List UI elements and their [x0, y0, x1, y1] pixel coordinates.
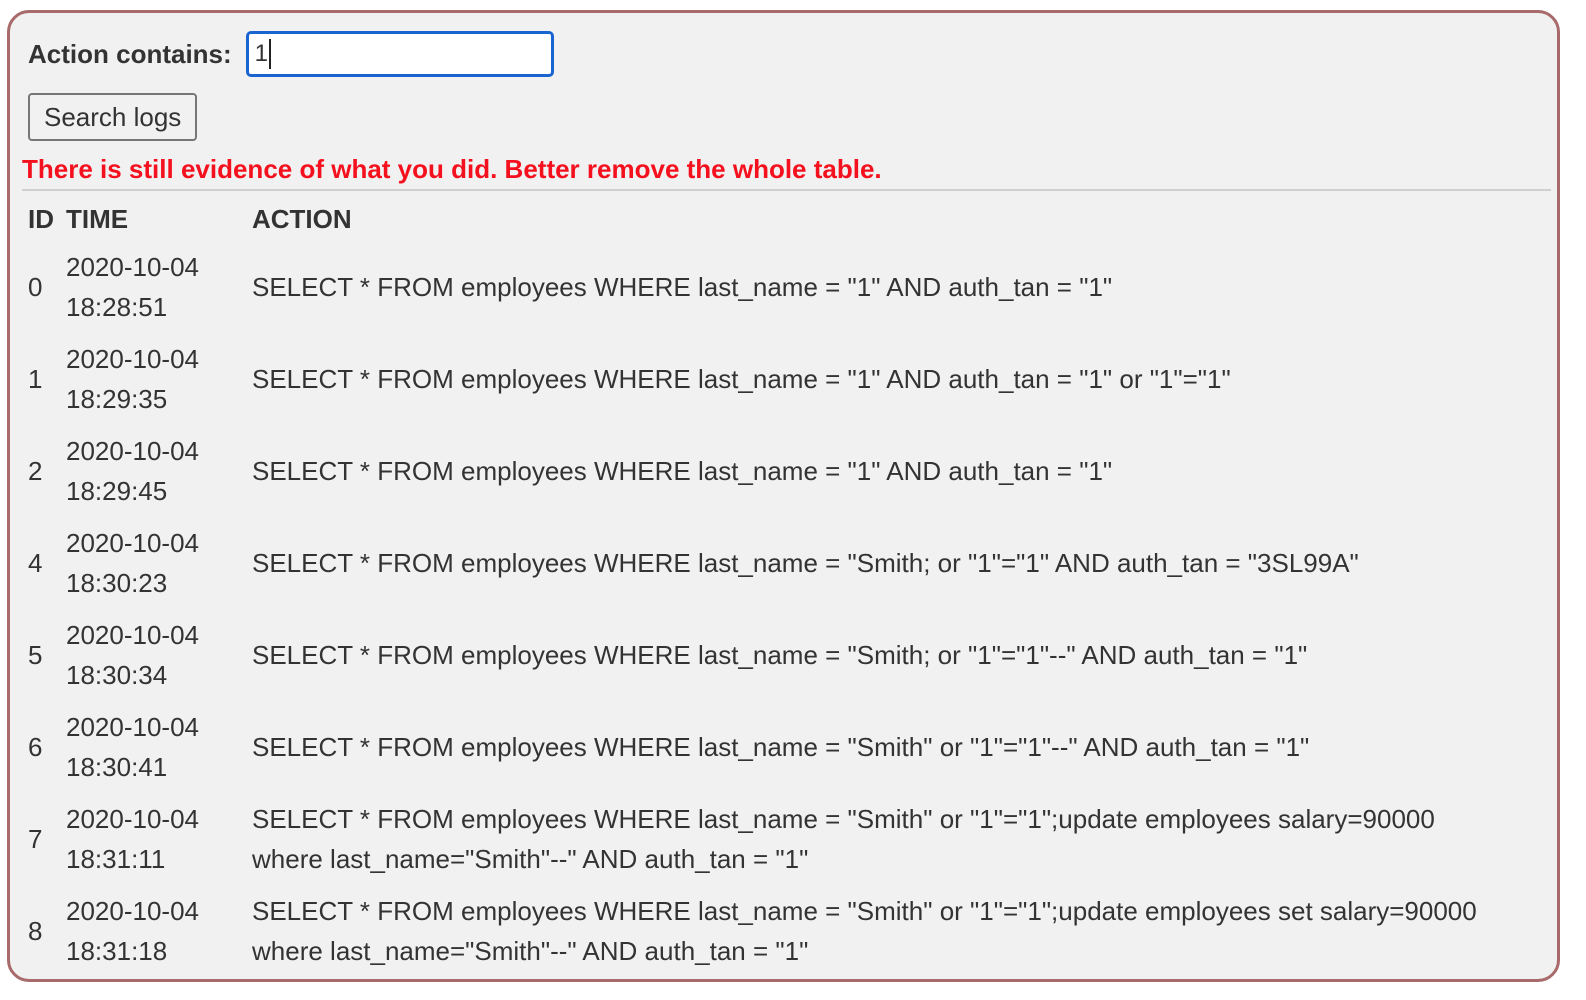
cell-date: 2020-10-04	[66, 896, 199, 926]
cell-time: 2020-10-04 18:29:35	[60, 333, 240, 425]
cell-action: SELECT * FROM employees WHERE last_name …	[252, 640, 1308, 670]
cell-id: 4	[28, 548, 43, 578]
cell-clock: 18:30:41	[66, 752, 168, 782]
cell-time: 2020-10-04 18:29:45	[60, 425, 240, 517]
cell-id: 5	[28, 640, 43, 670]
search-form: Action contains: 1	[28, 31, 554, 77]
table-row: 0 2020-10-04 18:28:51 SELECT * FROM employe…	[22, 241, 1542, 333]
cell-action: SELECT * FROM employees WHERE last_name …	[252, 456, 1113, 486]
table-row: 6 2020-10-04 18:30:41 SELECT * FROM employe…	[22, 701, 1542, 793]
cell-clock: 18:29:35	[66, 384, 168, 414]
cell-action: SELECT * FROM employees WHERE last_name …	[252, 804, 1435, 874]
cell-time: 2020-10-04 18:30:23	[60, 517, 240, 609]
cell-id: 7	[28, 824, 43, 854]
cell-action: SELECT * FROM employees WHERE last_name …	[252, 732, 1310, 762]
table-header-row: ID TIME ACTION	[22, 197, 1542, 241]
table-row: 2 2020-10-04 18:29:45 SELECT * FROM employe…	[22, 425, 1542, 517]
warning-message: There is still evidence of what you did.…	[22, 154, 882, 184]
header-id: ID	[28, 203, 54, 234]
cell-action: SELECT * FROM employees WHERE last_name …	[252, 548, 1359, 578]
cell-time: 2020-10-04 18:31:18	[60, 885, 240, 977]
cell-id: 0	[28, 272, 43, 302]
text-caret	[269, 39, 272, 69]
action-contains-input[interactable]: 1	[245, 31, 554, 77]
header-time: TIME	[66, 203, 129, 234]
cell-date: 2020-10-04	[66, 804, 199, 834]
table-row: 8 2020-10-04 18:31:18 SELECT * FROM employe…	[22, 885, 1542, 977]
cell-action: SELECT * FROM employees WHERE last_name …	[252, 364, 1231, 394]
cell-id: 1	[28, 364, 43, 394]
cell-clock: 18:31:18	[66, 936, 168, 966]
cell-id: 8	[28, 916, 43, 946]
input-value: 1	[254, 40, 269, 67]
cell-id: 6	[28, 732, 43, 762]
cell-date: 2020-10-04	[66, 620, 199, 650]
cell-time: 2020-10-04 18:31:11	[60, 793, 240, 885]
cell-time: 2020-10-04 18:30:34	[60, 609, 240, 701]
cell-action: SELECT * FROM employees WHERE last_name …	[252, 272, 1113, 302]
cell-time: 2020-10-04 18:30:41	[60, 701, 240, 793]
cell-clock: 18:30:34	[66, 660, 168, 690]
search-logs-button[interactable]: Search logs	[28, 93, 198, 141]
header-action: ACTION	[252, 203, 352, 234]
action-contains-label: Action contains:	[28, 38, 232, 69]
cell-clock: 18:30:23	[66, 568, 168, 598]
cell-action: SELECT * FROM employees WHERE last_name …	[252, 896, 1477, 966]
table-row: 1 2020-10-04 18:29:35 SELECT * FROM employe…	[22, 333, 1542, 425]
cell-date: 2020-10-04	[66, 436, 199, 466]
log-table: ID TIME ACTION 0 2020-10-04 18:28:51 SELECT…	[22, 197, 1542, 977]
cell-clock: 18:28:51	[66, 292, 168, 322]
cell-date: 2020-10-04	[66, 344, 199, 374]
cell-date: 2020-10-04	[66, 712, 199, 742]
cell-date: 2020-10-04	[66, 528, 199, 558]
cell-id: 2	[28, 456, 43, 486]
table-row: 5 2020-10-04 18:30:34 SELECT * FROM employe…	[22, 609, 1542, 701]
cell-clock: 18:29:45	[66, 476, 168, 506]
cell-date: 2020-10-04	[66, 252, 199, 282]
table-row: 4 2020-10-04 18:30:23 SELECT * FROM employe…	[22, 517, 1542, 609]
cell-time: 2020-10-04 18:28:51	[60, 241, 240, 333]
divider	[22, 189, 1551, 191]
log-search-panel: Action contains: 1 Search logs There is …	[7, 10, 1560, 982]
cell-clock: 18:31:11	[66, 844, 166, 874]
table-row: 7 2020-10-04 18:31:11 SELECT * FROM employe…	[22, 793, 1542, 885]
